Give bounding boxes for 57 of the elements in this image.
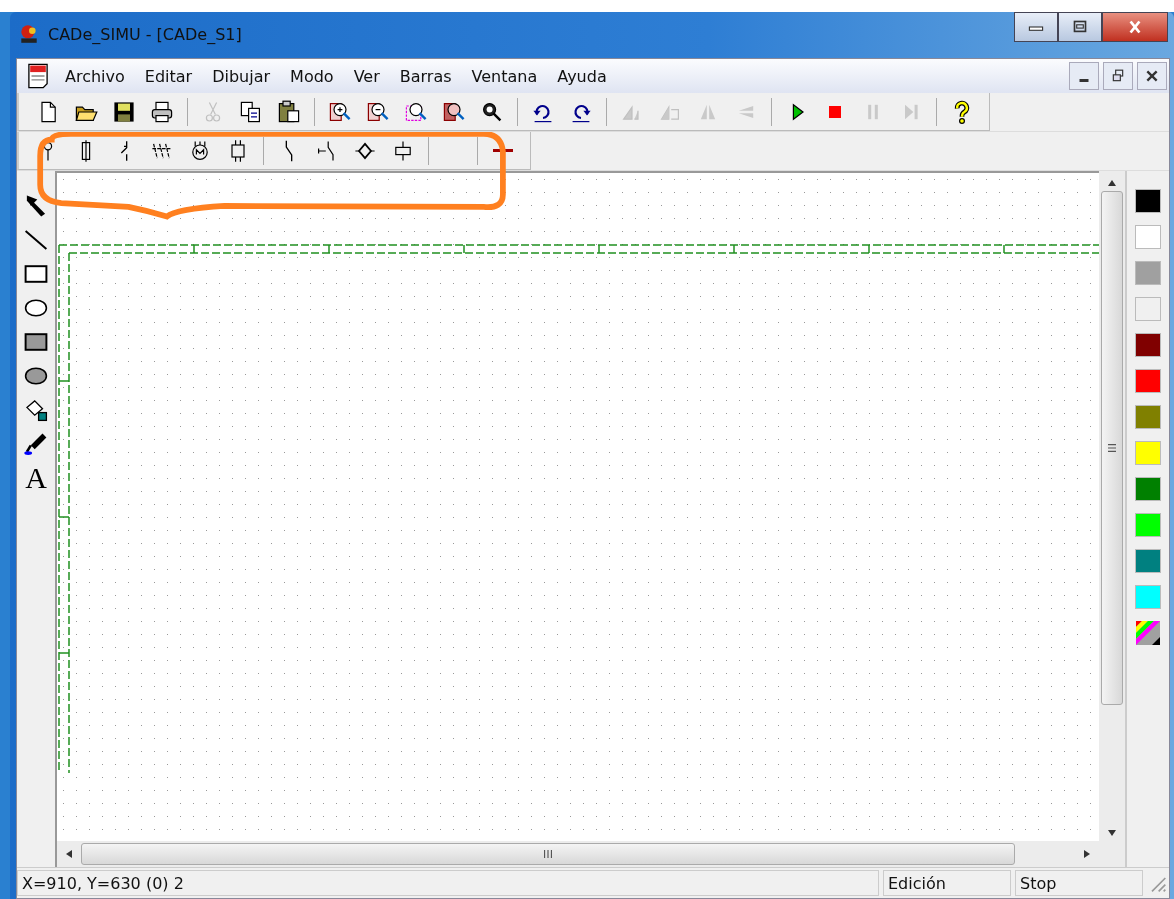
menu-item[interactable]: Modo	[282, 64, 344, 88]
close-icon	[1145, 69, 1159, 83]
scroll-left-icon[interactable]	[65, 850, 73, 858]
color-swatch[interactable]	[1135, 189, 1161, 213]
restore-button[interactable]	[1103, 62, 1133, 90]
copy-icon	[239, 99, 263, 124]
scroll-thumb[interactable]	[1101, 191, 1123, 705]
minimize-button[interactable]	[1014, 12, 1058, 42]
menu-item[interactable]: Ver	[345, 64, 390, 88]
color-swatch[interactable]	[1135, 297, 1161, 321]
window-title: CADe_SIMU - [CADe_S1]	[48, 24, 242, 44]
color-swatch[interactable]	[1135, 477, 1161, 501]
save-icon	[112, 99, 136, 124]
restore-icon	[1111, 69, 1125, 83]
color-swatch[interactable]	[1135, 513, 1161, 537]
grip-icon	[1108, 444, 1116, 452]
color-swatch[interactable]	[1135, 441, 1161, 465]
menu-item[interactable]: Archivo	[57, 64, 135, 88]
line-tool-icon	[23, 227, 49, 253]
color-swatch[interactable]	[1135, 225, 1161, 249]
color-swatch[interactable]	[1135, 585, 1161, 609]
menu-item[interactable]: Ventana	[463, 64, 548, 88]
menu-item[interactable]: Barras	[391, 64, 462, 88]
cursor-position: X=910, Y=630 (0) 2	[17, 870, 879, 896]
menu-item[interactable]: Ayuda	[549, 64, 617, 88]
horizontal-scrollbar[interactable]	[57, 841, 1099, 867]
color-swatch[interactable]	[1135, 261, 1161, 285]
clipboard-icon	[277, 99, 301, 124]
grip-icon	[544, 850, 552, 858]
maximize-button[interactable]	[1058, 12, 1102, 42]
text-tool[interactable]: A	[20, 461, 52, 495]
menu-item[interactable]: Editar	[136, 64, 203, 88]
contact-icon	[285, 139, 293, 162]
close-button[interactable]	[1102, 12, 1168, 42]
scroll-thumb[interactable]	[81, 843, 1015, 865]
minimize-icon	[1079, 78, 1089, 82]
document-icon	[25, 63, 51, 89]
mode-status: Edición	[883, 870, 1011, 896]
simulation-status: Stop	[1015, 870, 1143, 896]
minimize-button[interactable]	[1069, 62, 1099, 90]
app-logo-icon	[18, 23, 40, 45]
eyedropper-icon	[23, 431, 49, 457]
scroll-right-icon[interactable]	[1083, 850, 1091, 858]
color-swatch[interactable]	[1135, 549, 1161, 573]
custom-color-icon[interactable]	[1135, 621, 1161, 645]
vertical-scrollbar[interactable]	[1099, 171, 1125, 867]
switch-icon	[120, 139, 128, 162]
line-icon	[493, 149, 513, 152]
color-swatch[interactable]	[1135, 333, 1161, 357]
scroll-up-icon[interactable]	[1108, 179, 1116, 187]
menu-item[interactable]: Dibujar	[204, 64, 281, 88]
close-button[interactable]	[1137, 62, 1167, 90]
paint-bucket-icon	[23, 397, 49, 423]
color-swatch[interactable]	[1135, 405, 1161, 429]
color-swatch[interactable]	[1135, 369, 1161, 393]
scroll-down-icon[interactable]	[1108, 829, 1116, 837]
printer-icon	[150, 99, 174, 124]
